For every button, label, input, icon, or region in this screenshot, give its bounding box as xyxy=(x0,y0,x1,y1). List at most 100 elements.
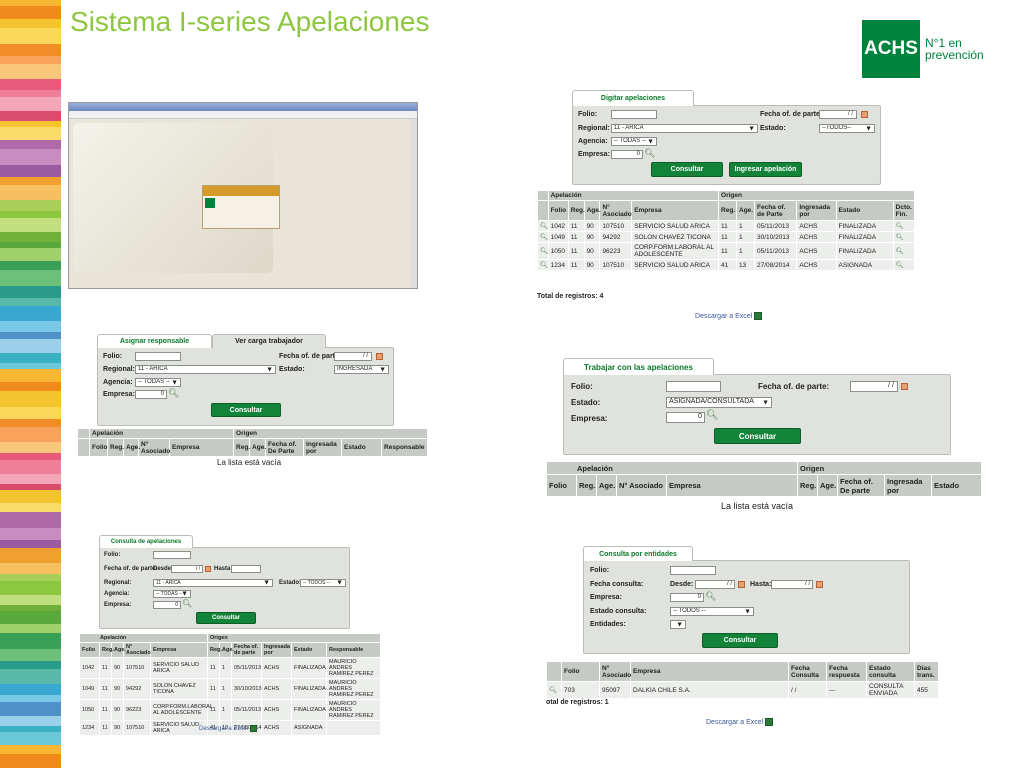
fecha-input[interactable]: / / xyxy=(334,352,372,361)
regional-select[interactable]: 11 - ARICA ▼ xyxy=(611,124,758,133)
calendar-icon[interactable] xyxy=(376,353,383,360)
search-icon[interactable]: 🔍︎ xyxy=(168,388,179,399)
regional-select[interactable]: 11 - ARICA ▼ xyxy=(135,365,276,374)
column-header: N° Asociado xyxy=(123,642,151,658)
table-row: 1042 11 90 107510 SERVICIO SALUD ARICA 11 1 05/… xyxy=(79,657,382,679)
calendar-icon[interactable] xyxy=(861,111,868,118)
table-cell: 1234 xyxy=(79,720,100,736)
column-header: N° Asociado xyxy=(138,438,170,457)
hasta-input[interactable] xyxy=(231,565,261,573)
stripe xyxy=(0,605,61,611)
stripe xyxy=(0,474,61,484)
table-cell: 1042 xyxy=(547,220,569,232)
folio-input[interactable] xyxy=(135,352,181,361)
document-icon[interactable]: 🔍︎ xyxy=(892,220,916,232)
estado-select[interactable]: -- TODOS -- ▼ xyxy=(300,579,346,587)
entidades-select[interactable]: ▼ xyxy=(670,620,686,629)
calendar-icon[interactable] xyxy=(738,581,745,588)
empresa-input[interactable]: 0 xyxy=(666,412,705,423)
document-icon[interactable]: 🔍︎ xyxy=(892,231,916,243)
tab-digitar-apelaciones[interactable]: Digitar apelaciones xyxy=(572,90,694,106)
empresa-input[interactable]: 0 xyxy=(135,390,167,399)
table-cell: SERVICIO SALUD ARICA xyxy=(150,657,208,679)
table-cell: 1 xyxy=(219,678,232,700)
estado-select[interactable]: ASIGNADA/CONSULTADA ▼ xyxy=(666,397,772,408)
folio-label: Folio: xyxy=(578,111,598,118)
table-cell: FINALIZADA xyxy=(291,678,327,700)
calendar-icon[interactable] xyxy=(205,566,211,572)
empresa-input[interactable]: 0 xyxy=(611,150,643,159)
consultar-button[interactable]: Consultar xyxy=(196,612,256,624)
view-icon[interactable]: 🔍︎ xyxy=(537,259,549,271)
tab-ver-carga-trabajador[interactable]: Ver carga trabajador xyxy=(212,334,326,348)
estado-select[interactable]: --TODOS-- ▼ xyxy=(819,124,875,133)
stripe xyxy=(0,121,61,127)
agencia-select[interactable]: -- TODAS -- ▼ xyxy=(153,590,191,598)
tab-consulta-entidades[interactable]: Consulta por entidades xyxy=(583,546,693,561)
table-cell: 13 xyxy=(736,259,755,271)
view-icon[interactable]: 🔍︎ xyxy=(537,231,549,243)
column-header: Empresa xyxy=(168,438,235,457)
search-icon[interactable]: 🔍︎ xyxy=(644,148,655,159)
stripe xyxy=(0,44,61,56)
table-cell: SOLON CHAVEZ TICONA xyxy=(150,678,208,700)
table-cell: FINALIZADA xyxy=(291,699,327,721)
consulta-results-table: Apelación Origen Folio Reg. Age. N° Asociado… xyxy=(79,633,382,736)
column-header: Responsable xyxy=(381,438,429,457)
document-icon[interactable]: 🔍︎ xyxy=(892,242,916,260)
stripe xyxy=(0,165,61,177)
stripe xyxy=(0,540,61,548)
folio-input[interactable] xyxy=(666,381,721,392)
fecha-input[interactable]: / / xyxy=(850,381,898,392)
regional-select[interactable]: 11 - ARICA ▼ xyxy=(153,579,273,587)
estado-consulta-select[interactable]: -- TODOS -- ▼ xyxy=(670,607,754,616)
view-icon[interactable]: 🔍︎ xyxy=(537,242,549,260)
descargar-excel-link[interactable]: Descargar a Excel xyxy=(199,725,257,732)
table-cell: 107510 xyxy=(599,220,633,232)
table-cell: ACHS xyxy=(261,699,292,721)
table-cell: 05/11/2013 xyxy=(231,699,262,721)
view-icon[interactable]: 🔍︎ xyxy=(537,220,549,232)
tab-trabajar-apelaciones[interactable]: Trabajar con las apelaciones xyxy=(563,358,714,375)
table-cell: FINALIZADA xyxy=(835,231,894,243)
folio-input[interactable] xyxy=(670,566,716,575)
logo-tagline: N°1 en prevención xyxy=(925,36,984,62)
document-icon[interactable]: 🔍︎ xyxy=(892,259,916,271)
stripe xyxy=(0,702,61,716)
page-title: Sistema I-series Apelaciones xyxy=(70,6,430,37)
fecha-input[interactable]: / / xyxy=(819,110,857,119)
consultar-button[interactable]: Consultar xyxy=(211,403,281,417)
column-header: Age. xyxy=(219,642,234,658)
search-icon[interactable]: 🔍︎ xyxy=(706,410,719,421)
consultar-button[interactable]: Consultar xyxy=(651,162,723,177)
tab-consulta-apelaciones[interactable]: Consulta de apelaciones xyxy=(99,535,193,548)
trabajar-results-table: Apelación Origen Folio Reg. Age. N° Asociado… xyxy=(545,461,983,497)
consultar-button[interactable]: Consultar xyxy=(714,428,801,444)
calendar-icon[interactable] xyxy=(901,383,908,390)
view-icon[interactable]: 🔍︎ xyxy=(546,681,562,699)
descargar-excel-link[interactable]: Descargar a Excel xyxy=(706,718,774,726)
agencia-select[interactable]: -- TODAS -- ▼ xyxy=(611,137,657,146)
empresa-input[interactable]: 0 xyxy=(670,593,704,602)
desde-input[interactable]: / / xyxy=(695,580,735,589)
asignar-results-table: Apelación Origen Folio Reg. Age. N° Asociado… xyxy=(77,428,429,457)
folio-input[interactable] xyxy=(611,110,657,119)
stripe xyxy=(0,306,61,321)
search-icon[interactable]: 🔍︎ xyxy=(182,599,192,608)
agencia-select[interactable]: -- TODAS -- ▼ xyxy=(135,378,181,387)
excel-icon xyxy=(765,718,774,726)
desde-input[interactable]: / / xyxy=(171,565,203,573)
empresa-input[interactable]: 0 xyxy=(153,601,181,609)
empty-list-message: La lista está vacía xyxy=(721,501,794,511)
ingresar-apelacion-button[interactable]: Ingresar apelación xyxy=(729,162,802,177)
stripe xyxy=(0,90,61,97)
estado-select[interactable]: INGRESADA ▼ xyxy=(334,365,389,374)
folio-input[interactable] xyxy=(153,551,191,559)
consultar-button[interactable]: Consultar xyxy=(702,633,778,648)
search-icon[interactable]: 🔍︎ xyxy=(705,591,716,602)
tab-asignar-responsable[interactable]: Asignar responsable xyxy=(97,334,212,348)
descargar-excel-link[interactable]: Descargar a Excel xyxy=(695,312,763,320)
table-cell: FINALIZADA xyxy=(835,242,894,260)
calendar-icon[interactable] xyxy=(816,581,823,588)
hasta-input[interactable]: / / xyxy=(771,580,813,589)
